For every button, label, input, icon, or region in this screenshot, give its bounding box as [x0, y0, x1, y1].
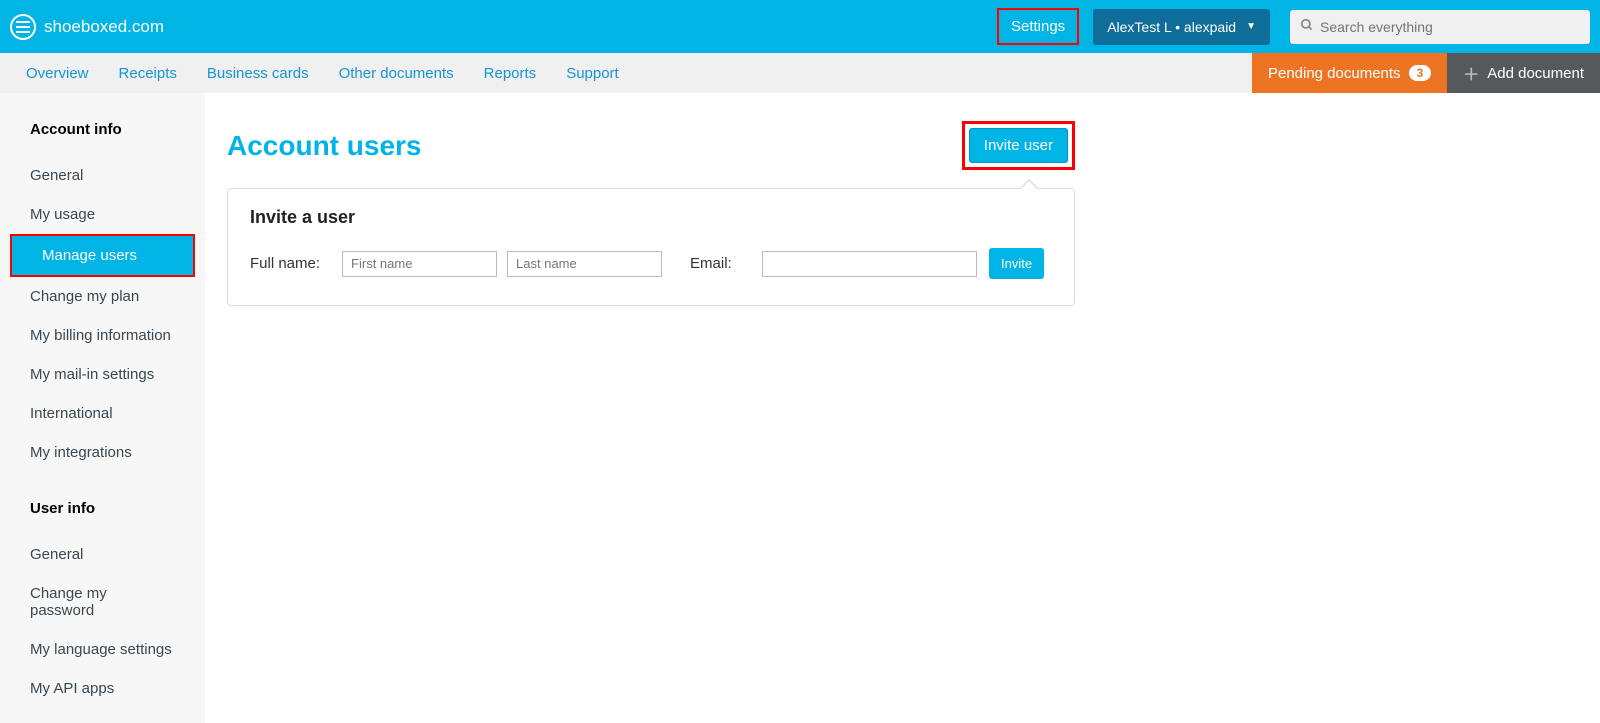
sidebar-item-manage-users[interactable]: Manage users [10, 234, 195, 277]
top-header: shoeboxed.com Settings AlexTest L • alex… [0, 0, 1600, 53]
email-input[interactable] [762, 251, 977, 277]
brand-logo[interactable]: shoeboxed.com [10, 14, 164, 40]
sidebar-item-change-my-plan[interactable]: Change my plan [0, 277, 205, 316]
chevron-down-icon: ▼ [1246, 21, 1256, 32]
nav-business-cards[interactable]: Business cards [207, 65, 309, 82]
user-menu-label: AlexTest L • alexpaid [1107, 19, 1236, 35]
search-input[interactable] [1320, 19, 1580, 35]
sidebar-item-billing-information[interactable]: My billing information [0, 316, 205, 355]
page-title: Account users [227, 130, 422, 162]
invite-user-highlight: Invite user [962, 121, 1075, 170]
sidebar-section-account-info: Account info [0, 121, 205, 156]
invite-user-card: Invite a user Full name: Email: Invite [227, 188, 1075, 306]
pending-documents-button[interactable]: Pending documents 3 [1252, 53, 1447, 93]
invite-button[interactable]: Invite [989, 248, 1044, 279]
sub-navigation: Overview Receipts Business cards Other d… [0, 53, 1600, 93]
pending-count-badge: 3 [1409, 65, 1432, 81]
sidebar-item-language-settings[interactable]: My language settings [0, 630, 205, 669]
user-menu[interactable]: AlexTest L • alexpaid ▼ [1093, 9, 1270, 45]
card-title: Invite a user [250, 207, 1052, 228]
main-content: Account users Invite user Invite a user … [205, 93, 1075, 723]
settings-button[interactable]: Settings [997, 8, 1079, 45]
pending-label: Pending documents [1268, 65, 1401, 82]
plus-icon: ＋ [1463, 61, 1479, 85]
full-name-label: Full name: [250, 255, 320, 272]
settings-sidebar: Account info General My usage Manage use… [0, 93, 205, 723]
sidebar-item-integrations[interactable]: My integrations [0, 433, 205, 472]
email-label: Email: [690, 255, 732, 272]
nav-other-documents[interactable]: Other documents [339, 65, 454, 82]
add-document-button[interactable]: ＋ Add document [1447, 53, 1600, 93]
nav-reports[interactable]: Reports [484, 65, 537, 82]
logo-icon [10, 14, 36, 40]
sidebar-item-mail-in-settings[interactable]: My mail-in settings [0, 355, 205, 394]
add-document-label: Add document [1487, 65, 1584, 82]
brand-text: shoeboxed.com [44, 17, 164, 37]
nav-overview[interactable]: Overview [26, 65, 89, 82]
sidebar-section-user-info: User info [0, 472, 205, 535]
nav-receipts[interactable]: Receipts [119, 65, 177, 82]
sidebar-item-change-password[interactable]: Change my password [0, 574, 205, 630]
sidebar-item-user-general[interactable]: General [0, 535, 205, 574]
sidebar-item-general[interactable]: General [0, 156, 205, 195]
sidebar-item-my-usage[interactable]: My usage [0, 195, 205, 234]
sidebar-item-international[interactable]: International [0, 394, 205, 433]
search-box[interactable] [1290, 10, 1590, 44]
last-name-input[interactable] [507, 251, 662, 277]
nav-support[interactable]: Support [566, 65, 619, 82]
invite-user-button[interactable]: Invite user [969, 128, 1068, 163]
search-icon [1300, 18, 1314, 35]
sidebar-item-api-apps[interactable]: My API apps [0, 669, 205, 708]
first-name-input[interactable] [342, 251, 497, 277]
